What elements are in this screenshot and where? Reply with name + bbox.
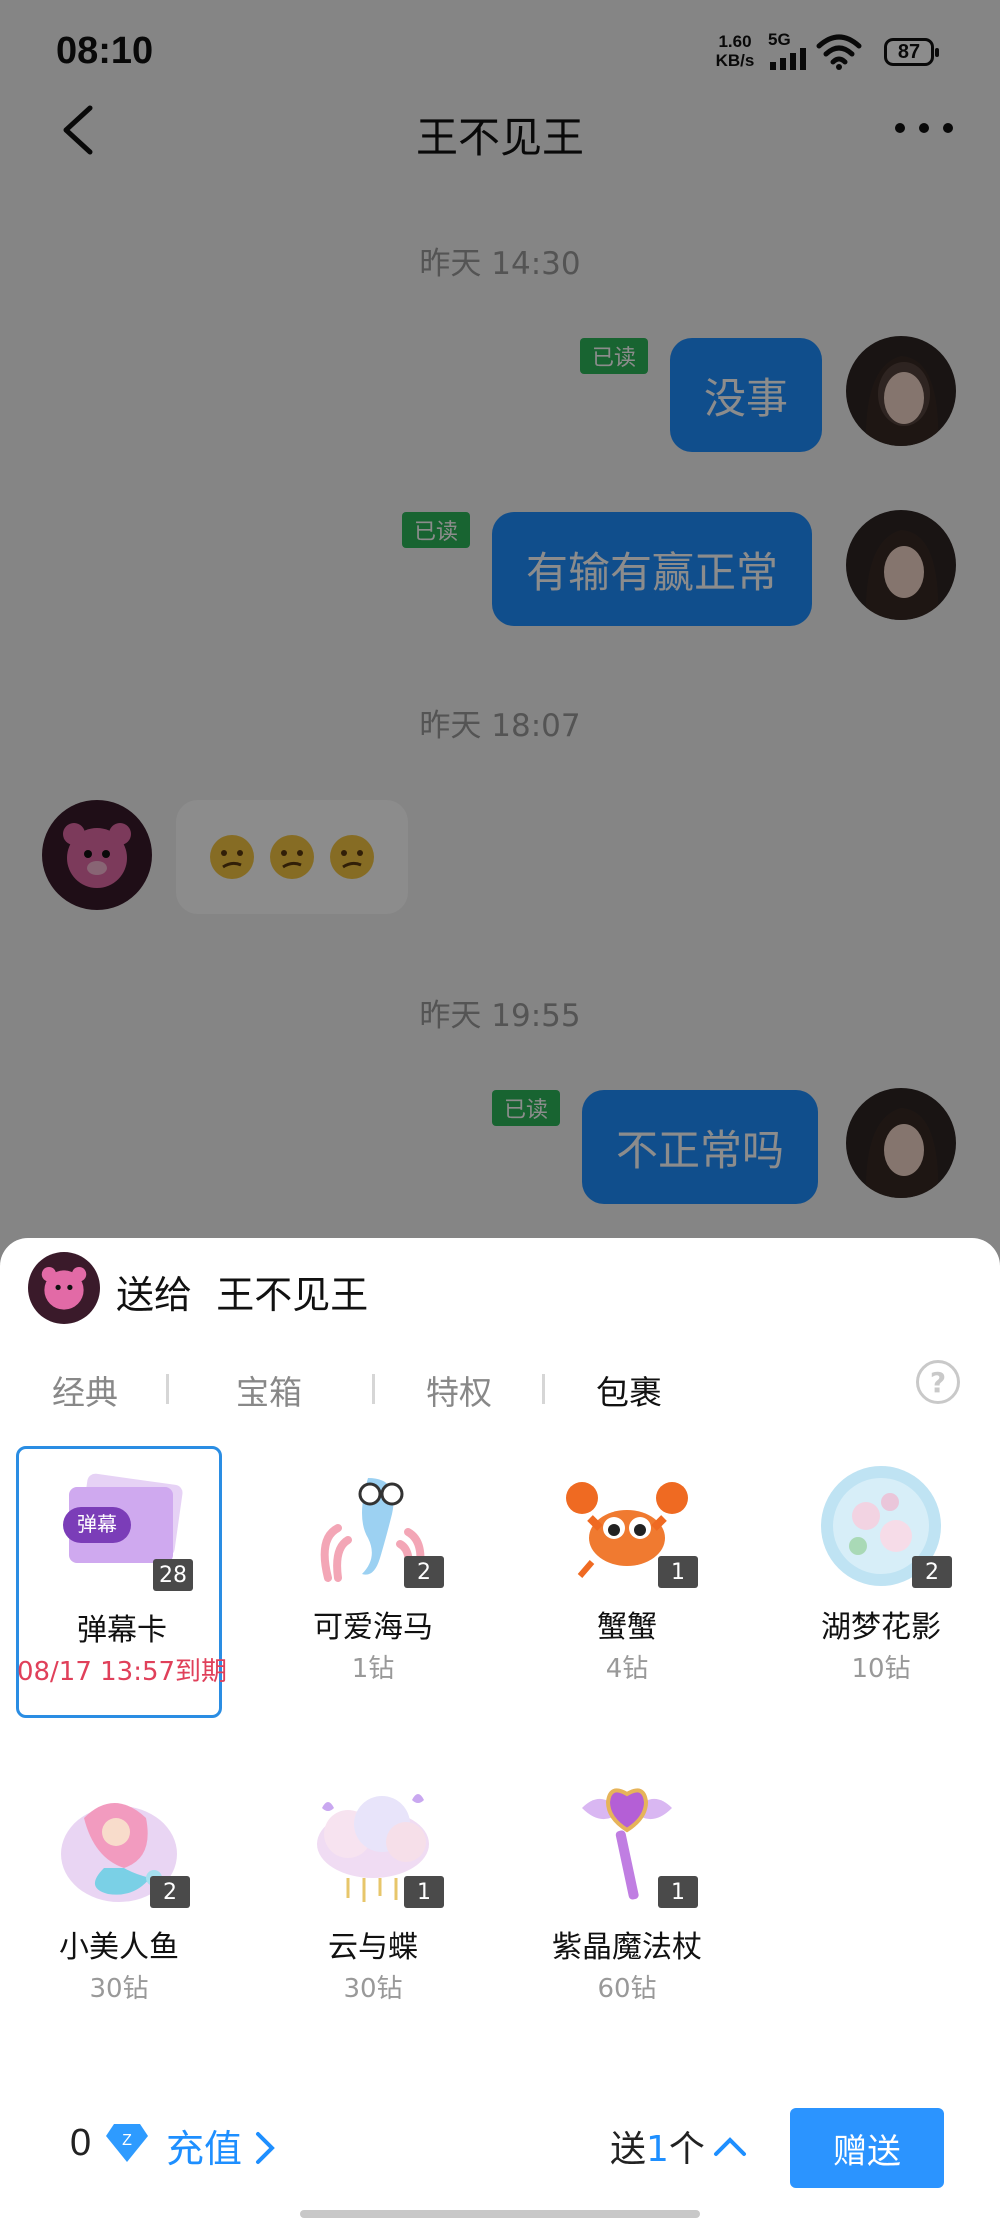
gift-count: 28	[153, 1559, 193, 1591]
gift-price: 4钻	[605, 1654, 649, 1684]
gift-panel: 送给 王不见王 经典 宝箱 特权 包裹 ? 弹幕 28 弹幕卡 08/17 13…	[0, 1238, 1000, 2222]
tab-privilege[interactable]: 特权	[426, 1366, 492, 1414]
gift-item-mermaid[interactable]: 2 小美人鱼 30钻	[16, 1766, 222, 2038]
danmaku-badge: 弹幕	[77, 1512, 117, 1536]
gift-price: 60钻	[597, 1974, 657, 2004]
gift-count: 2	[150, 1876, 190, 1908]
recharge-link[interactable]: 充值	[166, 2118, 242, 2173]
gift-item-amethyst-wand[interactable]: 1 紫晶魔法杖 60钻	[524, 1766, 730, 2038]
gift-item-danmaku-card[interactable]: 弹幕 28 弹幕卡 08/17 13:57到期	[16, 1446, 227, 1718]
gift-count: 1	[658, 1876, 698, 1908]
give-button[interactable]: 赠送	[790, 2108, 944, 2188]
tab-divider	[166, 1374, 169, 1404]
recipient-name: 王不见王	[216, 1273, 369, 1317]
gift-count: 1	[658, 1556, 698, 1588]
home-indicator[interactable]	[300, 2210, 700, 2218]
tab-package[interactable]: 包裹	[596, 1366, 662, 1414]
tab-treasure[interactable]: 宝箱	[236, 1366, 302, 1414]
gift-tabs: 经典 宝箱 特权 包裹	[0, 1358, 1000, 1420]
bear-avatar	[28, 1252, 100, 1324]
gift-name: 紫晶魔法杖	[552, 1930, 702, 1965]
send-to-label: 送给 王不见王	[116, 1264, 368, 1319]
help-icon[interactable]: ?	[916, 1360, 960, 1404]
gift-item-seahorse[interactable]: 2 可爱海马 1钻	[270, 1446, 476, 1718]
send-to-prefix: 送给	[116, 1273, 193, 1317]
quantity-value: 1	[646, 2129, 669, 2170]
gift-bottom-bar: 0 Z 充值 送1个 赠送	[0, 2108, 1000, 2188]
gift-item-crab[interactable]: 1 蟹蟹 4钻	[524, 1446, 730, 1718]
gift-name: 弹幕卡	[77, 1613, 167, 1648]
gift-count: 1	[404, 1876, 444, 1908]
gift-name: 湖梦花影	[821, 1610, 941, 1645]
tab-divider	[542, 1374, 545, 1404]
gift-item-lake-flower[interactable]: 2 湖梦花影 10钻	[778, 1446, 984, 1718]
diamond-icon: Z	[106, 2124, 148, 2162]
chevron-right-icon[interactable]	[250, 2128, 280, 2168]
gift-price: 1钻	[351, 1654, 395, 1684]
quantity-selector[interactable]: 送1个	[610, 2120, 705, 2172]
tab-classic[interactable]: 经典	[52, 1366, 118, 1414]
gift-expiry: 08/17 13:57到期	[16, 1657, 228, 1687]
gift-count: 2	[912, 1556, 952, 1588]
gift-name: 可爱海马	[313, 1610, 433, 1645]
gift-name: 小美人鱼	[59, 1930, 179, 1965]
gift-price: 30钻	[89, 1974, 149, 2004]
gift-count: 2	[404, 1556, 444, 1588]
recipient-avatar	[28, 1252, 100, 1324]
svg-text:Z: Z	[122, 2132, 132, 2149]
gift-price: 30钻	[343, 1974, 403, 2004]
quantity-unit: 个	[668, 2129, 705, 2170]
gift-item-cloud-butterfly[interactable]: 1 云与蝶 30钻	[270, 1766, 476, 2038]
gift-name: 蟹蟹	[597, 1610, 657, 1645]
gift-name: 云与蝶	[328, 1930, 418, 1965]
chevron-up-icon[interactable]	[710, 2132, 750, 2160]
gift-price: 10钻	[851, 1654, 911, 1684]
tab-divider	[372, 1374, 375, 1404]
diamond-balance: 0	[70, 2122, 92, 2164]
send-prefix: 送	[610, 2129, 647, 2170]
